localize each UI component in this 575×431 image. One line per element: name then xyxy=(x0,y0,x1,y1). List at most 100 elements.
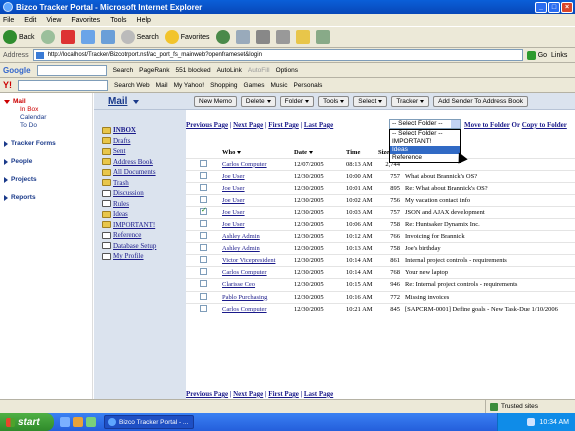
move-to-folder-link[interactable]: Move to Folder xyxy=(464,121,510,129)
who-link[interactable]: Pablo Purchasing xyxy=(222,294,267,301)
next-page-link[interactable]: Next Page xyxy=(233,121,263,129)
tracker-button[interactable]: Tracker xyxy=(391,96,430,107)
who-link[interactable]: Joe User xyxy=(222,173,245,180)
menu-item-view[interactable]: View xyxy=(46,17,61,24)
who-link[interactable]: Ashley Admin xyxy=(222,245,260,252)
folder-item[interactable]: INBOX xyxy=(94,125,186,136)
table-row[interactable]: Ashley Admin 12/30/2005 10:13 AM 758 Joe's b… xyxy=(186,242,575,255)
first-page-link[interactable]: First Page xyxy=(268,121,299,129)
folder-item[interactable]: Rules xyxy=(94,199,186,210)
delete-button[interactable]: Delete xyxy=(240,96,276,107)
who-link[interactable]: Joe User xyxy=(222,209,245,216)
folder-item[interactable]: Address Book xyxy=(94,157,186,168)
taskbar-item-ie[interactable]: Bizco Tracker Portal - ... xyxy=(104,415,194,429)
chevron-down-icon[interactable] xyxy=(451,120,460,128)
yahoo-search-web-button[interactable]: Search Web xyxy=(114,82,150,89)
subject-cell[interactable]: [SAPCRM-0001] Define goals - New Task-Du… xyxy=(405,306,558,313)
yahoo-music-button[interactable]: Music xyxy=(271,82,288,89)
subject-cell[interactable]: Invoicing for Brannick xyxy=(405,233,465,240)
nav-projects[interactable]: Projects xyxy=(0,175,92,184)
options-button[interactable]: Options xyxy=(276,67,298,74)
start-button[interactable]: start xyxy=(0,413,54,431)
table-row[interactable]: Joe User 12/30/2005 10:02 AM 756 My vacation… xyxy=(186,193,575,207)
tools-button[interactable]: Tools xyxy=(318,96,350,107)
favorites-button[interactable]: Favorites xyxy=(164,30,210,44)
row-checkbox[interactable] xyxy=(200,232,207,240)
yahoo-logo[interactable]: Y! xyxy=(3,80,12,90)
folder-item[interactable]: Discussion xyxy=(94,188,186,199)
select-button[interactable]: Select xyxy=(353,96,388,107)
who-link[interactable]: Ashley Admin xyxy=(222,233,260,240)
edit-icon[interactable] xyxy=(275,30,290,44)
autofill-button[interactable]: AutoFill xyxy=(248,67,270,74)
row-checkbox[interactable] xyxy=(200,195,207,203)
folder-item[interactable]: Sent xyxy=(94,146,186,157)
subject-cell[interactable]: Re: Internal project controls - requirem… xyxy=(405,281,517,288)
previous-page-link-bottom[interactable]: Previous Page xyxy=(186,390,228,398)
table-row[interactable]: Carlos Computer 12/30/2005 10:21 AM 845 [SAP… xyxy=(186,302,575,316)
subject-cell[interactable]: My vacation contact info xyxy=(405,197,470,204)
media-icon[interactable] xyxy=(215,30,230,44)
nav-people[interactable]: People xyxy=(0,157,92,166)
table-row[interactable]: Victor Vicepresident 12/30/2005 10:14 AM 86… xyxy=(186,254,575,267)
table-row[interactable]: Carlos Computer 12/07/2005 08:13 AM 2,744 xyxy=(186,157,575,171)
table-row[interactable]: Pablo Purchasing 12/30/2005 10:16 AM 772 Mis… xyxy=(186,290,575,304)
popup-blocked-label[interactable]: 551 blocked xyxy=(176,67,211,74)
table-row[interactable]: Joe User 12/30/2005 10:00 AM 757 What about … xyxy=(186,169,575,183)
nav-calendar[interactable]: Calendar xyxy=(0,114,92,122)
row-checkbox[interactable] xyxy=(200,268,207,276)
folder-icon[interactable] xyxy=(295,30,310,44)
col-who[interactable]: Who xyxy=(222,147,294,158)
mail-icon[interactable] xyxy=(235,30,250,44)
search-button[interactable]: Search xyxy=(120,30,159,44)
row-checkbox[interactable] xyxy=(200,292,207,300)
row-checkbox[interactable] xyxy=(200,159,207,167)
who-link[interactable]: Carlos Computer xyxy=(222,269,267,276)
col-date[interactable]: Date xyxy=(294,147,346,158)
home-icon[interactable] xyxy=(100,30,115,44)
tray-icon[interactable] xyxy=(527,418,536,426)
who-link[interactable]: Joe User xyxy=(222,221,245,228)
folder-item[interactable]: Drafts xyxy=(94,136,186,147)
col-time[interactable]: Time xyxy=(346,147,378,158)
who-link[interactable]: Victor Vicepresident xyxy=(222,257,275,264)
desktop-quicklaunch-icon[interactable] xyxy=(86,417,96,427)
nav-mail[interactable]: Mail xyxy=(0,97,92,106)
section-title[interactable]: Mail xyxy=(108,96,127,107)
section-dropdown-icon[interactable] xyxy=(133,100,139,104)
table-row[interactable]: Joe User 12/30/2005 10:06 AM 758 Re: Huntsak… xyxy=(186,217,575,231)
next-page-link-bottom[interactable]: Next Page xyxy=(233,390,263,398)
menu-item-file[interactable]: File xyxy=(3,17,14,24)
who-link[interactable]: Joe User xyxy=(222,197,245,204)
folder-item[interactable]: Database Setup xyxy=(94,241,186,252)
who-link[interactable]: Clarisse Ceo xyxy=(222,281,255,288)
folder-item[interactable]: All Documents xyxy=(94,167,186,178)
subject-cell[interactable]: Re: Huntsaker Dynamix Inc. xyxy=(405,221,480,228)
yahoo-search-input[interactable] xyxy=(18,79,108,91)
menu-item-tools[interactable]: Tools xyxy=(110,17,126,24)
autolink-button[interactable]: AutoLink xyxy=(217,67,242,74)
row-checkbox[interactable] xyxy=(200,207,207,215)
subject-cell[interactable]: Missing invoices xyxy=(405,294,449,301)
yahoo-shopping-button[interactable]: Shopping xyxy=(210,82,237,89)
nav-todo[interactable]: To Do xyxy=(0,122,92,130)
folder-option[interactable]: IMPORTANT! xyxy=(390,138,460,146)
folder-item[interactable]: My Profile xyxy=(94,251,186,262)
table-row[interactable]: Joe User 12/30/2005 10:01 AM 895 Re: What ab… xyxy=(186,181,575,195)
google-search-button[interactable]: Search xyxy=(113,67,134,74)
copy-to-folder-link[interactable]: Copy to Folder xyxy=(522,121,567,129)
nav-reports[interactable]: Reports xyxy=(0,193,92,202)
yahoo-mail-button[interactable]: Mail xyxy=(156,82,168,89)
table-row[interactable]: Clarisse Ceo 12/30/2005 10:15 AM 946 Re: Int… xyxy=(186,278,575,292)
previous-page-link[interactable]: Previous Page xyxy=(186,121,228,129)
folder-option[interactable]: Ideas xyxy=(390,146,460,154)
subject-cell[interactable]: Re: What about Brannick's OS? xyxy=(405,185,488,192)
row-checkbox[interactable] xyxy=(200,304,207,312)
google-search-input[interactable] xyxy=(36,64,107,76)
subject-cell[interactable]: What about Brannick's OS? xyxy=(405,173,477,180)
table-row[interactable]: Carlos Computer 12/30/2005 10:14 AM 768 Your… xyxy=(186,266,575,279)
who-link[interactable]: Carlos Computer xyxy=(222,161,267,168)
menu-item-edit[interactable]: Edit xyxy=(24,17,36,24)
forward-button[interactable] xyxy=(40,30,55,44)
subject-cell[interactable]: JSON and AJAX development xyxy=(405,209,485,216)
